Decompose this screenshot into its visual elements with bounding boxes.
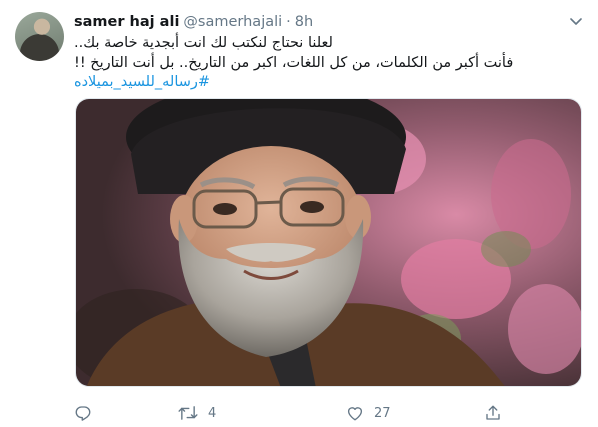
- avatar[interactable]: [15, 12, 64, 61]
- share-icon: [486, 405, 500, 420]
- tweet-photo[interactable]: [75, 98, 582, 387]
- like-count: 27: [374, 405, 391, 421]
- hashtag-link[interactable]: #رساله_للسيد_بميلاده: [74, 73, 579, 93]
- retweet-icon: [178, 406, 198, 420]
- author-name[interactable]: samer haj ali: [74, 14, 179, 30]
- portrait-photo: [76, 99, 581, 386]
- tweet-text-line: لعلنا نحتاج لنكتب لك انت أبجدية خاصة بك.…: [74, 35, 333, 51]
- like-button[interactable]: 27: [346, 404, 391, 422]
- author-handle[interactable]: @samerhajali: [183, 14, 282, 30]
- tweet-card[interactable]: samer haj ali @samerhajali · 8h لعلنا نح…: [0, 0, 598, 427]
- retweet-count: 4: [208, 405, 217, 421]
- tweet-timestamp[interactable]: 8h: [295, 14, 313, 30]
- retweet-button[interactable]: 4: [178, 404, 216, 422]
- reply-icon: [75, 406, 91, 421]
- heart-icon: [347, 407, 363, 421]
- tweet-text: لعلنا نحتاج لنكتب لك انت أبجدية خاصة بك.…: [74, 34, 579, 93]
- chevron-down-icon: [570, 18, 582, 25]
- header-separator: ·: [286, 14, 291, 30]
- tweet-text-line: فأنت أكبر من الكلمات، من كل اللغات، اكبر…: [74, 54, 514, 71]
- tweet-actions: 4 27: [74, 401, 504, 425]
- reply-button[interactable]: [74, 404, 102, 422]
- share-button[interactable]: [484, 404, 502, 422]
- more-options-button[interactable]: [566, 12, 586, 32]
- tweet-header: samer haj ali @samerhajali · 8h: [74, 12, 313, 32]
